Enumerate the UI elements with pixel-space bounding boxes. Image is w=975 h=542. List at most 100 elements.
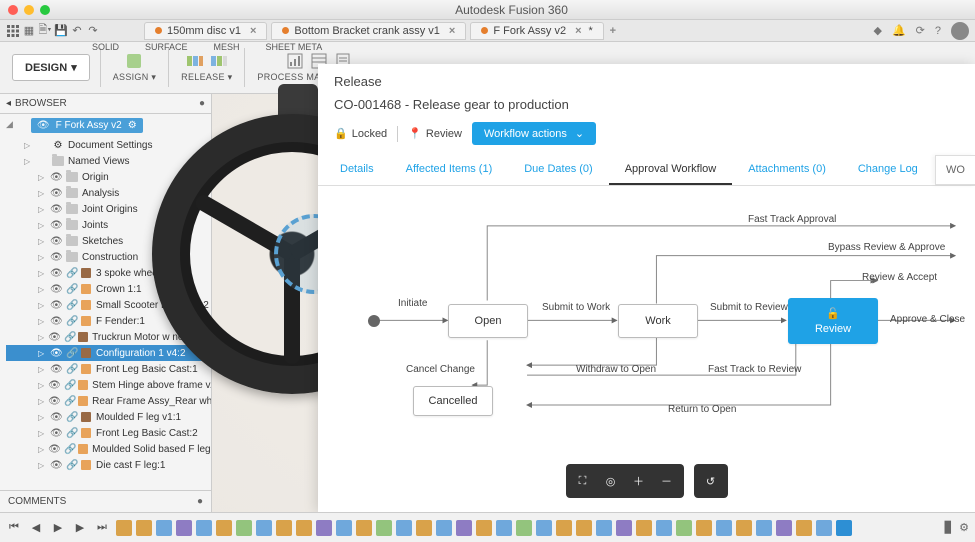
timeline-feature-icon[interactable] — [756, 520, 772, 536]
tree-expand-icon[interactable]: ◢ — [0, 119, 13, 130]
timeline-feature-icon[interactable] — [236, 520, 252, 536]
expand-icon[interactable]: ▷ — [38, 333, 44, 342]
timeline-feature-icon[interactable] — [336, 520, 352, 536]
tree-row[interactable]: ▷👁🔗Die cast F leg:1 — [6, 457, 211, 473]
zoom-out-icon[interactable]: － — [654, 468, 680, 494]
timeline-end-icon[interactable]: ⏭ — [94, 520, 110, 536]
timeline-feature-icon[interactable] — [716, 520, 732, 536]
timeline-feature-icon[interactable] — [196, 520, 212, 536]
visibility-icon[interactable]: 👁 — [50, 236, 62, 247]
expand-icon[interactable]: ▷ — [38, 381, 44, 390]
window-close-icon[interactable] — [8, 5, 18, 15]
visibility-icon[interactable]: 👁 — [50, 428, 62, 439]
close-icon[interactable]: × — [250, 25, 256, 37]
visibility-icon[interactable]: 👁 — [50, 188, 62, 199]
visibility-icon[interactable]: 👁 — [48, 444, 60, 455]
expand-icon[interactable]: ▷ — [38, 237, 46, 246]
window-minimize-icon[interactable] — [24, 5, 34, 15]
timeline-feature-icon[interactable] — [216, 520, 232, 536]
timeline-feature-icon[interactable] — [376, 520, 392, 536]
expand-icon[interactable]: ▷ — [38, 285, 46, 294]
help-icon[interactable]: ? — [935, 25, 941, 37]
workflow-node-cancelled[interactable]: Cancelled — [413, 386, 493, 416]
workflow-canvas[interactable]: Open Work 🔓 Review Cancelled Initiate Su… — [318, 186, 975, 512]
timeline-feature-icon[interactable] — [296, 520, 312, 536]
workflow-node-review[interactable]: 🔓 Review — [788, 298, 878, 344]
visibility-icon[interactable]: 👁 — [50, 300, 62, 311]
window-zoom-icon[interactable] — [40, 5, 50, 15]
timeline-play-icon[interactable]: ▶ — [50, 520, 66, 536]
timeline-feature-icon[interactable] — [576, 520, 592, 536]
visibility-icon[interactable]: 👁 — [50, 268, 62, 279]
ribbon-tab[interactable]: SOLID — [92, 42, 119, 52]
apps-grid-icon[interactable] — [6, 24, 20, 38]
fit-view-icon[interactable]: ⛶ — [570, 468, 596, 494]
redo-icon[interactable]: ↷ — [86, 24, 100, 38]
timeline-feature-icon[interactable] — [136, 520, 152, 536]
expand-icon[interactable]: ▷ — [38, 461, 46, 470]
timeline-feature-icon[interactable] — [676, 520, 692, 536]
timeline-feature-icon[interactable] — [176, 520, 192, 536]
visibility-icon[interactable]: 👁 — [48, 332, 60, 343]
tree-row[interactable]: ▷👁🔗Front Leg Basic Cast:2 — [6, 425, 211, 441]
timeline-feature-icon[interactable] — [836, 520, 852, 536]
expand-icon[interactable]: ▷ — [38, 253, 46, 262]
timeline-feature-icon[interactable] — [116, 520, 132, 536]
timeline-feature-icon[interactable] — [496, 520, 512, 536]
expand-icon[interactable]: ▷ — [24, 157, 32, 166]
user-avatar-icon[interactable] — [951, 22, 969, 40]
ribbon-tab[interactable]: SURFACE — [145, 42, 188, 52]
timeline-feature-icon[interactable] — [316, 520, 332, 536]
panel-tab[interactable]: Affected Items (1) — [390, 155, 509, 185]
doc-tab[interactable]: F Fork Assy v2× — [470, 22, 603, 40]
ribbon-tabs[interactable]: SOLIDSURFACEMESHSHEET META — [92, 42, 322, 52]
visibility-icon[interactable]: 👁 — [50, 364, 62, 375]
visibility-icon[interactable]: 👁 — [50, 220, 62, 231]
tree-row[interactable]: ▷👁🔗Moulded Solid based F leg ... — [6, 441, 211, 457]
panel-tab[interactable]: Due Dates (0) — [508, 155, 608, 185]
timeline-feature-icon[interactable] — [596, 520, 612, 536]
panel-tab[interactable]: Approval Workflow — [609, 155, 733, 185]
comments-header[interactable]: COMMENTS ● — [0, 490, 211, 512]
visibility-icon[interactable]: 👁 — [50, 316, 62, 327]
comments-settings-icon[interactable]: ● — [197, 496, 203, 507]
timeline-features[interactable] — [116, 520, 939, 536]
ribbon-tab[interactable]: MESH — [214, 42, 240, 52]
center-icon[interactable]: ◎ — [598, 468, 624, 494]
timeline-feature-icon[interactable] — [436, 520, 452, 536]
tree-row[interactable]: ▷👁🔗Rear Frame Assy_Rear wh... — [6, 393, 211, 409]
file-menu-icon[interactable]: 🗎▾ — [38, 24, 52, 38]
workspace-picker[interactable]: DESIGN ▾ — [12, 54, 90, 81]
expand-icon[interactable]: ▷ — [38, 301, 46, 310]
save-icon[interactable]: 💾 — [54, 24, 68, 38]
tree-row[interactable]: ▷👁🔗Moulded F leg v1:1 — [6, 409, 211, 425]
timeline-settings-icon[interactable]: ⚙ — [959, 521, 969, 534]
data-panel-icon[interactable]: ▦ — [22, 24, 36, 38]
browser-settings-icon[interactable]: ● — [199, 98, 205, 109]
root-settings-icon[interactable]: ⚙ — [128, 120, 137, 131]
history-icon[interactable]: ↺ — [698, 468, 724, 494]
timeline-feature-icon[interactable] — [276, 520, 292, 536]
timeline-feature-icon[interactable] — [636, 520, 652, 536]
visibility-icon[interactable]: 👁 — [50, 252, 62, 263]
extensions-icon[interactable]: ◆ — [873, 24, 881, 37]
notifications-icon[interactable]: 🔔 — [892, 24, 906, 37]
timeline-feature-icon[interactable] — [536, 520, 552, 536]
timeline-prev-icon[interactable]: ◀ — [28, 520, 44, 536]
expand-icon[interactable]: ▷ — [38, 189, 46, 198]
timeline-feature-icon[interactable] — [156, 520, 172, 536]
tree-root[interactable]: 👁 F Fork Assy v2 ⚙ — [31, 118, 143, 133]
timeline-marker-icon[interactable]: ▊ — [945, 521, 953, 534]
doc-tab[interactable]: Bottom Bracket crank assy v1× — [271, 22, 466, 40]
expand-icon[interactable]: ▷ — [38, 221, 46, 230]
new-tab-icon[interactable]: + — [606, 24, 620, 38]
timeline-feature-icon[interactable] — [416, 520, 432, 536]
tab-overflow[interactable]: WO — [935, 155, 975, 185]
visibility-icon[interactable]: 👁 — [50, 204, 62, 215]
workflow-node-work[interactable]: Work — [618, 304, 698, 338]
visibility-icon[interactable]: 👁 — [37, 120, 50, 131]
workflow-actions-button[interactable]: Workflow actions ⌄ — [472, 122, 596, 145]
expand-icon[interactable]: ▷ — [38, 269, 46, 278]
timeline-feature-icon[interactable] — [696, 520, 712, 536]
expand-icon[interactable]: ▷ — [38, 429, 46, 438]
